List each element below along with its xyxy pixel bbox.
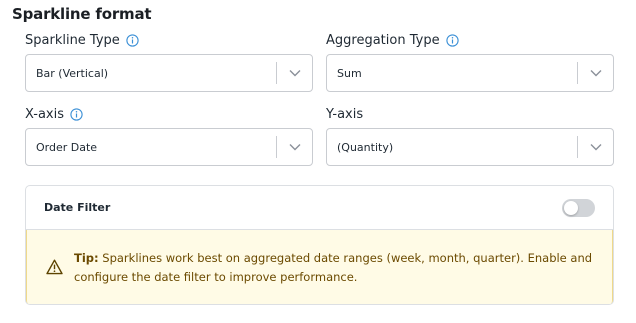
x-axis-label-row: X-axis [25,107,83,122]
x-axis-select[interactable]: Order Date [25,128,313,166]
tip-banner: Tip: Sparklines work best on aggregated … [26,230,613,304]
x-axis-label: X-axis [25,107,64,122]
info-icon[interactable] [70,108,83,121]
sparkline-type-label-row: Sparkline Type [25,33,139,48]
tip-message: Sparklines work best on aggregated date … [74,251,593,284]
date-filter-toggle[interactable] [562,199,595,217]
aggregation-type-value: Sum [337,66,362,80]
y-axis-select[interactable]: (Quantity) [326,128,614,166]
aggregation-type-select[interactable]: Sum [326,54,614,92]
toggle-knob [564,201,578,215]
sparkline-type-value: Bar (Vertical) [36,66,109,80]
date-filter-label: Date Filter [44,201,111,214]
warning-icon [46,259,63,275]
chevron-down-icon[interactable] [277,129,312,165]
sparkline-type-label: Sparkline Type [25,33,120,48]
tip-prefix: Tip: [74,251,99,265]
aggregation-type-label: Aggregation Type [326,33,440,48]
sparkline-type-select[interactable]: Bar (Vertical) [25,54,313,92]
info-icon[interactable] [126,34,139,47]
x-axis-value: Order Date [36,140,98,154]
date-filter-header: Date Filter [26,186,613,230]
info-icon[interactable] [445,34,459,47]
chevron-down-icon[interactable] [578,55,613,91]
y-axis-label: Y-axis [326,107,364,122]
date-filter-card: Date Filter Tip: Sparklines work best on… [25,185,614,305]
chevron-down-icon[interactable] [277,55,312,91]
chevron-down-icon[interactable] [578,129,613,165]
section-title: Sparkline format [12,5,152,23]
aggregation-type-label-row: Aggregation Type [326,33,459,48]
y-axis-value: (Quantity) [337,140,394,154]
y-axis-label-row: Y-axis [326,107,363,122]
tip-text: Tip: Sparklines work best on aggregated … [74,249,594,287]
